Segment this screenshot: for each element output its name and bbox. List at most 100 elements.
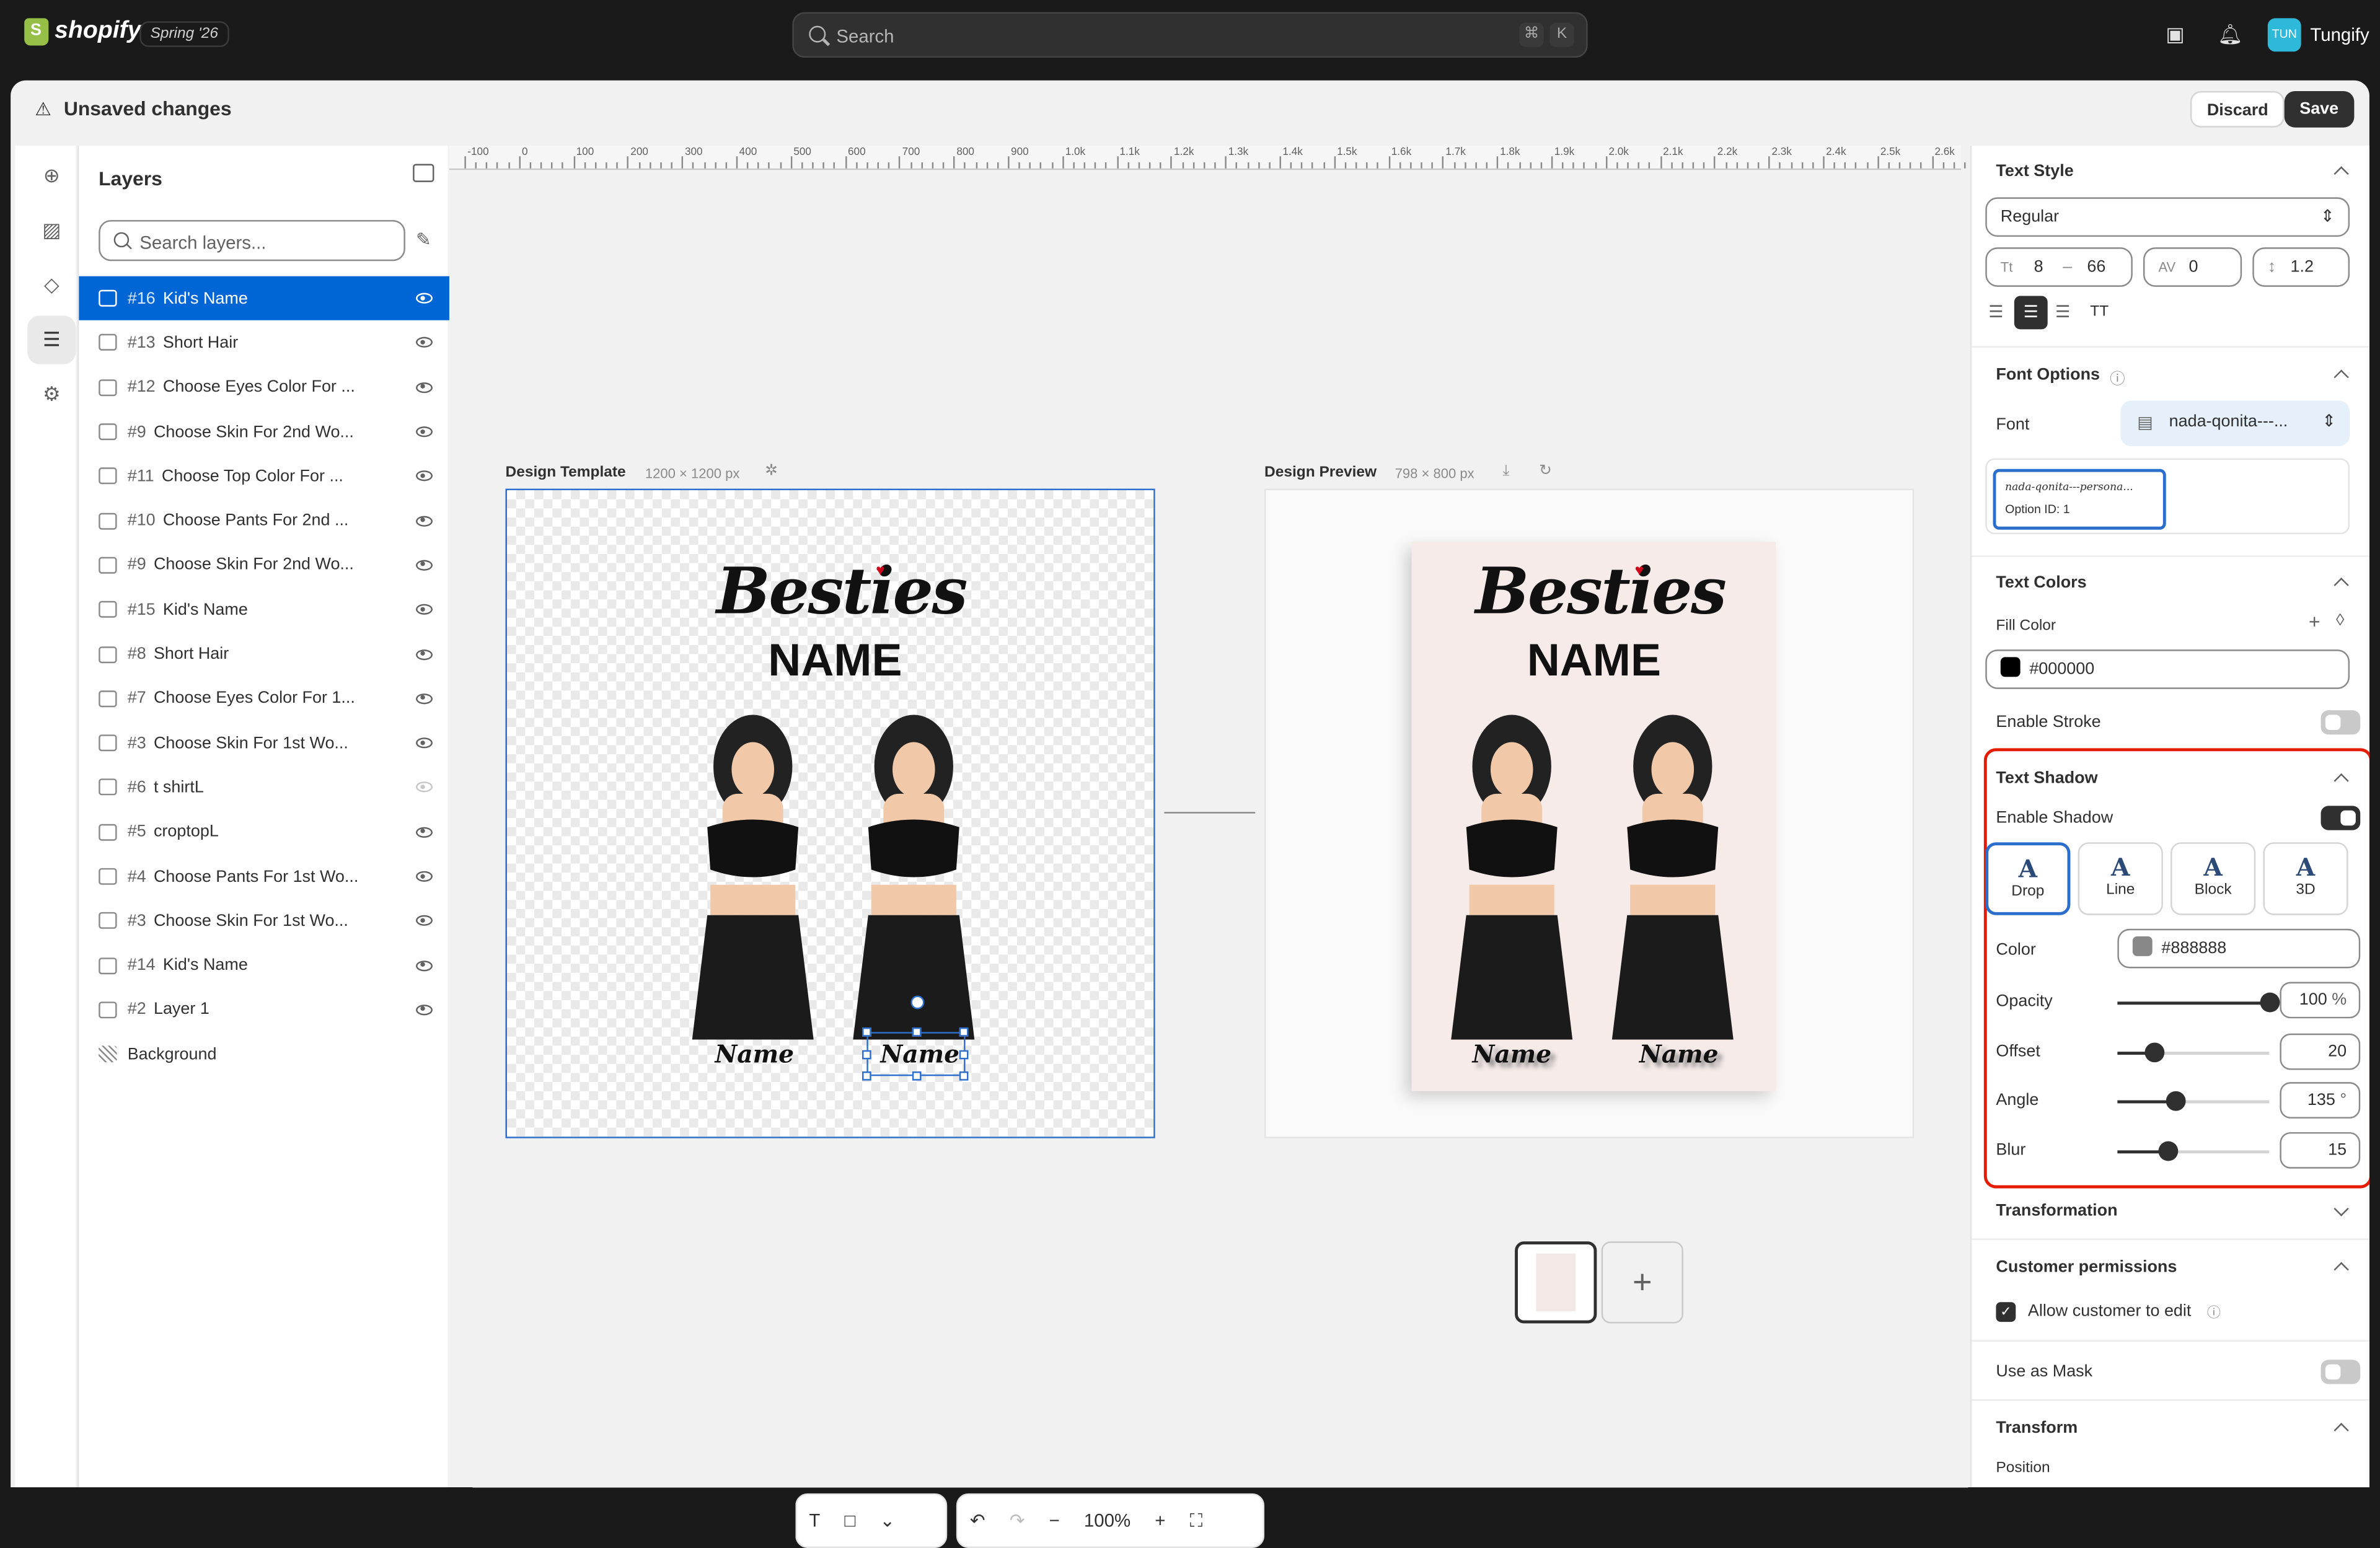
layer-row[interactable]: #2 Layer 1 <box>79 988 449 1032</box>
canvas-area[interactable]: -100 0 100 200 300 400 500 600 700 800 900 1.0k 1.1k… <box>449 146 1977 1548</box>
layer-row[interactable]: #4 Choose Pants For 1st Wo... <box>79 855 449 899</box>
eye-icon[interactable] <box>416 649 433 660</box>
chevron-up-icon[interactable] <box>2334 577 2349 593</box>
align-center-icon[interactable]: ☰ <box>2014 296 2048 330</box>
allow-edit-checkbox[interactable]: ✓ <box>1996 1302 2016 1322</box>
shadow-toggle[interactable] <box>2320 806 2361 830</box>
chevron-down-icon[interactable] <box>2334 1201 2349 1216</box>
angle-slider[interactable] <box>2117 1091 2270 1111</box>
layer-row[interactable]: #8 Short Hair <box>79 632 449 677</box>
layers-list-icon[interactable]: ☰ <box>27 315 76 364</box>
text-case-toggle[interactable]: TT <box>2090 304 2109 320</box>
edit-pencil-icon[interactable]: ✎ <box>416 229 431 250</box>
letter-spacing-field[interactable]: AV 0 <box>2143 247 2242 287</box>
eye-icon[interactable] <box>416 426 433 438</box>
resize-handle[interactable] <box>862 1027 871 1037</box>
align-left-icon[interactable]: ☰ <box>1988 302 2003 322</box>
zoom-in-icon[interactable]: + <box>1143 1510 1178 1531</box>
shadow-color-swatch[interactable] <box>2132 936 2153 956</box>
layer-row[interactable]: Background <box>79 1032 449 1077</box>
offset-input[interactable]: 20 <box>2280 1033 2361 1070</box>
eye-icon[interactable] <box>416 915 433 926</box>
preview-thumbnail[interactable] <box>1515 1241 1597 1324</box>
layer-row[interactable]: #7 Choose Eyes Color For 1... <box>79 676 449 721</box>
eye-icon[interactable] <box>416 693 433 704</box>
eye-icon[interactable] <box>416 515 433 526</box>
store-icon[interactable]: ▣ <box>2163 23 2187 47</box>
eye-icon[interactable] <box>416 604 433 615</box>
template-settings-icon[interactable]: ✲ <box>765 463 778 480</box>
resize-handle[interactable] <box>959 1050 969 1060</box>
add-element-icon[interactable]: ⊕ <box>27 152 76 200</box>
layers-search-input[interactable]: Search layers... <box>99 220 405 262</box>
add-preview-button[interactable]: + <box>1601 1241 1683 1324</box>
selection-box[interactable] <box>862 995 969 1081</box>
align-right-icon[interactable]: ☰ <box>2055 302 2070 322</box>
eye-icon[interactable] <box>416 827 433 838</box>
line-height-field[interactable]: ↕ 1.2 <box>2252 247 2350 287</box>
text-tool-icon[interactable]: T <box>797 1510 832 1531</box>
rotate-handle[interactable] <box>910 995 925 1009</box>
eye-icon[interactable] <box>416 1005 433 1016</box>
fit-screen-icon[interactable]: ⛶ <box>1178 1510 1215 1533</box>
eye-icon[interactable] <box>416 337 433 348</box>
shape-tool-icon[interactable]: □ <box>832 1510 868 1531</box>
layer-row[interactable]: #12 Choose Eyes Color For ... <box>79 365 449 410</box>
eye-icon[interactable] <box>416 470 433 482</box>
resize-handle[interactable] <box>862 1050 871 1060</box>
design-template[interactable]: Besties ♥ NAME Name Name <box>505 488 1155 1138</box>
blur-slider[interactable] <box>2117 1141 2270 1161</box>
transformation-title[interactable]: Transformation <box>1996 1202 2117 1220</box>
blur-input[interactable]: 15 <box>2280 1132 2361 1169</box>
layer-row[interactable]: #15 Kid's Name <box>79 587 449 632</box>
layer-row[interactable]: #16 Kid's Name <box>79 276 449 321</box>
add-color-icon[interactable]: + <box>2309 610 2320 633</box>
eye-icon[interactable] <box>416 960 433 971</box>
layer-row[interactable]: #14 Kid's Name <box>79 943 449 988</box>
layer-row[interactable]: #3 Choose Skin For 1st Wo... <box>79 899 449 943</box>
undo-icon[interactable]: ↶ <box>958 1510 997 1531</box>
mask-toggle[interactable] <box>2320 1360 2361 1384</box>
layer-row[interactable]: #6 t shirtL <box>79 765 449 810</box>
eye-icon[interactable] <box>416 560 433 571</box>
slider-knob[interactable] <box>2260 992 2280 1013</box>
offset-slider[interactable] <box>2117 1042 2270 1063</box>
discard-button[interactable]: Discard <box>2190 90 2285 128</box>
shopify-logo[interactable]: shopify <box>24 18 141 46</box>
eye-icon[interactable] <box>416 737 433 749</box>
layer-row[interactable]: #13 Short Hair <box>79 320 449 365</box>
redo-icon[interactable]: ↷ <box>997 1510 1037 1531</box>
slider-knob[interactable] <box>2158 1141 2179 1161</box>
help-icon[interactable]: ⓘ <box>2110 366 2125 389</box>
settings-gear-icon[interactable]: ⚙ <box>27 371 76 419</box>
layer-row[interactable]: #9 Choose Skin For 2nd Wo... <box>79 410 449 454</box>
eye-off-icon[interactable] <box>416 782 433 793</box>
stroke-toggle[interactable] <box>2320 710 2361 735</box>
chevron-up-icon[interactable] <box>2334 1423 2349 1438</box>
font-size-min[interactable]: 8 <box>2034 249 2043 286</box>
shadow-color-field[interactable]: #888888 <box>2117 928 2361 969</box>
save-button[interactable]: Save <box>2284 90 2354 128</box>
chevron-down-icon[interactable]: ⌄ <box>868 1510 907 1531</box>
shadow-style-block[interactable]: A Block <box>2171 842 2256 915</box>
fill-color-swatch[interactable] <box>2000 657 2021 677</box>
name-text-left[interactable]: Name <box>715 1040 794 1069</box>
tag-icon[interactable]: ◇ <box>27 261 76 309</box>
shadow-style-line[interactable]: A Line <box>2078 842 2163 915</box>
fill-color-field[interactable]: #000000 <box>1985 649 2350 689</box>
eye-icon[interactable] <box>416 382 433 393</box>
opacity-slider[interactable] <box>2117 992 2280 1013</box>
font-weight-select[interactable]: Regular ⇕ <box>1985 197 2350 237</box>
resize-handle[interactable] <box>959 1071 969 1081</box>
new-folder-icon[interactable] <box>413 164 434 182</box>
resize-handle[interactable] <box>912 1027 922 1037</box>
download-icon[interactable]: ⤓ <box>1503 463 1510 480</box>
font-select[interactable]: ▤ nada-qonita---... ⇕ <box>2120 400 2350 447</box>
resize-handle[interactable] <box>862 1071 871 1081</box>
eye-icon[interactable] <box>416 871 433 882</box>
eyedropper-icon[interactable]: ◊ <box>2336 612 2344 630</box>
font-size-max[interactable]: 66 <box>2087 249 2105 286</box>
bell-icon[interactable]: 🔔︎ <box>2218 23 2242 47</box>
chevron-up-icon[interactable] <box>2334 369 2349 385</box>
global-search[interactable]: Search ⌘ K <box>792 12 1588 58</box>
